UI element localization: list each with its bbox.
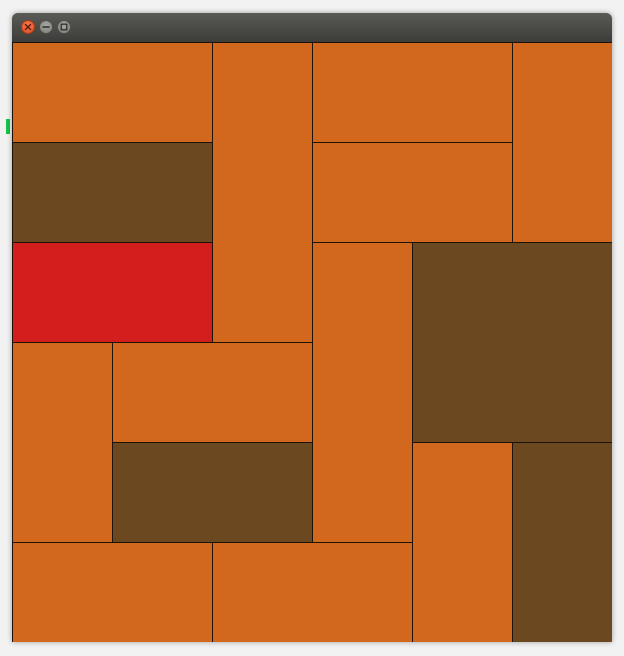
brown-block[interactable] (112, 442, 313, 543)
puzzle-board (12, 42, 612, 642)
brown-block[interactable] (412, 242, 612, 443)
target-block[interactable] (12, 242, 213, 343)
orange-block[interactable] (312, 242, 413, 543)
minimize-icon[interactable] (39, 20, 53, 34)
orange-block[interactable] (12, 342, 113, 543)
orange-block[interactable] (412, 442, 513, 642)
close-icon[interactable] (21, 20, 35, 34)
orange-block[interactable] (12, 42, 213, 143)
game-window (12, 13, 612, 642)
exit-marker (6, 119, 10, 134)
orange-block[interactable] (112, 342, 313, 443)
orange-block[interactable] (12, 542, 213, 642)
orange-block[interactable] (312, 142, 513, 243)
orange-block[interactable] (312, 42, 513, 143)
orange-block[interactable] (212, 42, 313, 343)
maximize-icon[interactable] (57, 20, 71, 34)
orange-block[interactable] (212, 542, 413, 642)
title-bar[interactable] (12, 13, 612, 43)
brown-block[interactable] (512, 442, 612, 642)
brown-block[interactable] (12, 142, 213, 243)
orange-block[interactable] (512, 42, 612, 243)
